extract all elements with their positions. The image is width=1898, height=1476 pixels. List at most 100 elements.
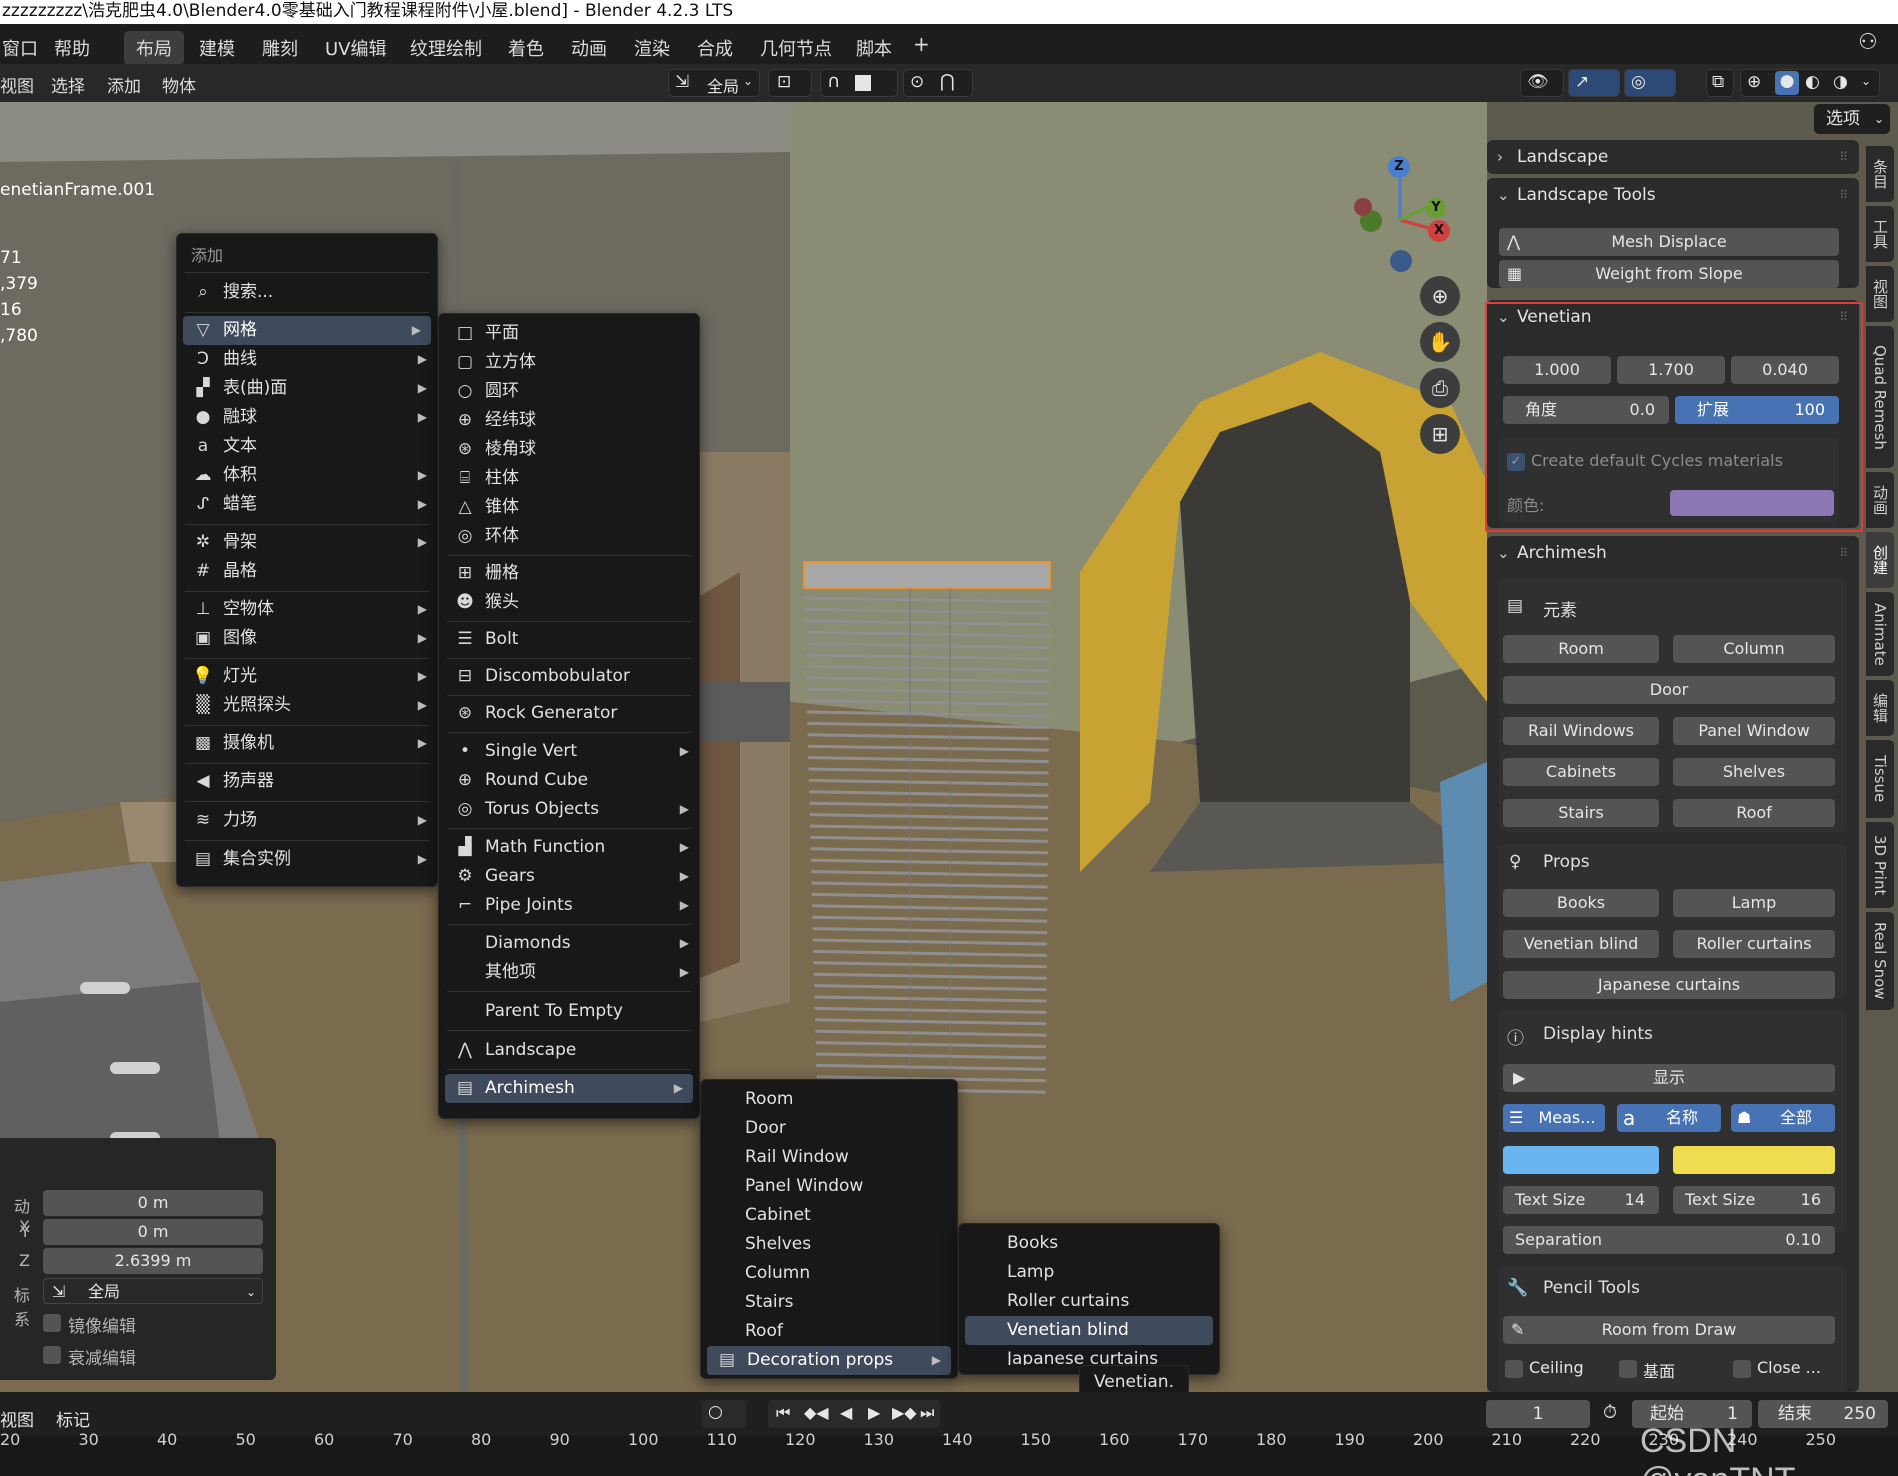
archimesh-cabinet[interactable]: Cabinet	[701, 1201, 957, 1230]
mesh-cube[interactable]: ▢ 立方体	[439, 348, 699, 377]
add-text[interactable]: a 文本	[177, 432, 437, 461]
drag-handle-icon[interactable]: ⠿	[1839, 178, 1849, 212]
tab-modeling[interactable]: 建模	[199, 35, 235, 61]
add-light[interactable]: 💡 灯光 ▶	[177, 662, 437, 691]
archimesh-header[interactable]: ⌄ Archimesh ⠿	[1487, 536, 1859, 570]
mesh-discombobulator[interactable]: ⊟ Discombobulator	[439, 662, 699, 691]
mesh-math-function[interactable]: ▟ Math Function ▶	[439, 833, 699, 862]
mesh-archimesh[interactable]: ▤ Archimesh ▶	[445, 1074, 693, 1103]
mesh-monkey[interactable]: ☻ 猴头	[439, 588, 699, 617]
mesh-landscape[interactable]: ⋀ Landscape	[439, 1036, 699, 1065]
mesh-displace-button[interactable]: ⋀ Mesh Displace	[1499, 228, 1839, 256]
close-checkbox[interactable]	[1733, 1360, 1751, 1378]
menu-help[interactable]: 帮助	[54, 35, 90, 61]
ceiling-checkbox[interactable]	[1505, 1360, 1523, 1378]
rail-windows-button[interactable]: Rail Windows	[1503, 717, 1659, 745]
gizmo-neg-z[interactable]	[1390, 250, 1412, 272]
falloff-edit-checkbox[interactable]	[43, 1346, 61, 1364]
menu-view[interactable]: 视图	[0, 72, 34, 97]
venetian-header[interactable]: ⌄ Venetian ⠿	[1487, 300, 1859, 334]
archimesh-decoration-props[interactable]: ▤ Decoration props ▶	[707, 1346, 951, 1375]
door-button[interactable]: Door	[1503, 676, 1835, 704]
location-x-field[interactable]: 0 m	[43, 1190, 263, 1216]
tab-tissue[interactable]: Tissue	[1866, 740, 1894, 818]
tab-animate[interactable]: Animate	[1866, 592, 1894, 676]
shading-mode-group[interactable]: ⊕ ● ◐ ◑ ⌄	[1740, 69, 1880, 97]
menu-object[interactable]: 物体	[162, 72, 196, 97]
next-keyframe-icon[interactable]: ▶◆	[892, 1403, 917, 1422]
add-lattice[interactable]: # 晶格	[177, 557, 437, 586]
base-checkbox[interactable]	[1619, 1360, 1637, 1378]
add-mesh[interactable]: ▽ 网格 ▶	[183, 316, 431, 345]
drag-handle-icon[interactable]: ⠿	[1839, 536, 1849, 570]
tab-texture-paint[interactable]: 纹理绘制	[410, 35, 482, 61]
measures-toggle[interactable]: ☰ Meas...	[1503, 1104, 1605, 1132]
snap-toggle[interactable]: ∩	[820, 69, 898, 97]
tab-layout[interactable]: 布局	[124, 31, 184, 65]
proportional-edit-toggle[interactable]: ⊙ ⋂	[903, 69, 973, 97]
lamp-button[interactable]: Lamp	[1673, 889, 1835, 917]
show-hints-button[interactable]: ▶ 显示	[1503, 1064, 1835, 1092]
archimesh-panel-window[interactable]: Panel Window	[701, 1172, 957, 1201]
cabinets-button[interactable]: Cabinets	[1503, 758, 1659, 786]
tab-tool[interactable]: 工具	[1866, 206, 1894, 262]
jump-start-icon[interactable]: ⏮	[776, 1403, 790, 1423]
archimesh-rail-window[interactable]: Rail Window	[701, 1143, 957, 1172]
all-toggle[interactable]: ☗ 全部	[1731, 1104, 1835, 1132]
mesh-plane[interactable]: □ 平面	[439, 319, 699, 348]
tab-scripting[interactable]: 脚本	[856, 35, 892, 61]
deco-japanese-curtains[interactable]: Japanese curtains	[959, 1345, 1219, 1365]
tab-real-snow[interactable]: Real Snow	[1866, 912, 1894, 1010]
tab-sculpting[interactable]: 雕刻	[262, 35, 298, 61]
mesh-single-vert[interactable]: • Single Vert ▶	[439, 737, 699, 766]
overlay-toggle[interactable]: ◎	[1624, 69, 1676, 97]
add-image[interactable]: ▣ 图像 ▶	[177, 624, 437, 653]
mesh-gears[interactable]: ⚙ Gears ▶	[439, 862, 699, 891]
timeline-marker-menu[interactable]: 标记	[56, 1406, 90, 1431]
clock-icon[interactable]: ⏱	[1603, 1402, 1617, 1423]
landscape-tools-header[interactable]: ⌄ Landscape Tools ⠿	[1487, 178, 1859, 212]
material-preview-icon[interactable]: ◐	[1805, 72, 1820, 92]
gizmo-z-axis[interactable]: Z	[1388, 156, 1410, 178]
scene-icon[interactable]: ⚇	[1858, 30, 1878, 55]
mesh-diamonds[interactable]: Diamonds ▶	[439, 929, 699, 958]
archimesh-room[interactable]: Room	[701, 1085, 957, 1114]
mesh-bolt[interactable]: ☰ Bolt	[439, 625, 699, 654]
books-button[interactable]: Books	[1503, 889, 1659, 917]
add-grease-pencil[interactable]: ᔑ 蜡笔 ▶	[177, 490, 437, 519]
mesh-torus-objects[interactable]: ◎ Torus Objects ▶	[439, 795, 699, 824]
color-swatch[interactable]	[1670, 490, 1834, 516]
tab-3d-print[interactable]: 3D Print	[1866, 822, 1894, 908]
add-empty[interactable]: ⊥ 空物体 ▶	[177, 595, 437, 624]
drag-handle-icon[interactable]: ⠿	[1839, 300, 1849, 334]
venetian-width-field[interactable]: 1.000	[1503, 356, 1611, 384]
archimesh-column[interactable]: Column	[701, 1259, 957, 1288]
archimesh-door[interactable]: Door	[701, 1114, 957, 1143]
names-toggle[interactable]: a 名称	[1617, 1104, 1721, 1132]
visibility-dropdown[interactable]: 👁	[1520, 69, 1564, 97]
mesh-pipe-joints[interactable]: ⌐ Pipe Joints ▶	[439, 891, 699, 920]
add-metaball[interactable]: ● 融球 ▶	[177, 403, 437, 432]
deco-lamp[interactable]: Lamp	[959, 1258, 1219, 1287]
deco-books[interactable]: Books	[959, 1229, 1219, 1258]
mesh-uv-sphere[interactable]: ⊕ 经纬球	[439, 406, 699, 435]
tab-rendering[interactable]: 渲染	[634, 35, 670, 61]
add-workspace-button[interactable]: +	[913, 32, 930, 56]
menu-window[interactable]: 窗口	[2, 35, 38, 61]
gizmo-toggle[interactable]: ↗	[1568, 69, 1620, 97]
add-force-field[interactable]: ≋ 力场 ▶	[177, 806, 437, 835]
menu-select[interactable]: 选择	[51, 72, 85, 97]
mesh-cylinder[interactable]: ⌸ 柱体	[439, 464, 699, 493]
panel-window-button[interactable]: Panel Window	[1673, 717, 1835, 745]
landscape-panel-header[interactable]: › Landscape ⠿	[1487, 140, 1859, 174]
tab-animation-side[interactable]: 动画	[1866, 472, 1894, 528]
add-armature[interactable]: ✲ 骨架 ▶	[177, 528, 437, 557]
menu-add[interactable]: 添加	[107, 72, 141, 97]
japanese-curtains-button[interactable]: Japanese curtains	[1503, 971, 1835, 999]
tab-uv-editing[interactable]: UV编辑	[325, 35, 387, 61]
mirror-edit-checkbox[interactable]	[43, 1314, 61, 1332]
room-button[interactable]: Room	[1503, 635, 1659, 663]
tab-compositing[interactable]: 合成	[697, 35, 733, 61]
drag-handle-icon[interactable]: ⠿	[1839, 140, 1849, 174]
solid-icon[interactable]: ●	[1775, 71, 1799, 95]
